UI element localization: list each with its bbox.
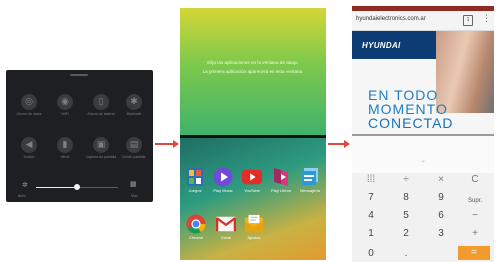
app-label: Play Music (213, 188, 233, 193)
tile-screenshot[interactable]: ▣ Captura de pantalla (83, 137, 119, 159)
address-bar[interactable]: hyundaielectronics.com.ar 1 ⋮ (352, 11, 494, 31)
app-youtube[interactable]: YouTube (237, 167, 267, 193)
app-label: Juegos (188, 188, 202, 193)
key-7-button[interactable]: 7 (354, 192, 388, 204)
brightness-slider-thumb[interactable] (74, 184, 80, 190)
arrow-2 (328, 140, 350, 148)
quick-settings-panel: ◎ Ahorro de datos ◉ WiFi ▯ Ahorro de bat… (6, 70, 153, 202)
drag-handle[interactable] (70, 74, 88, 76)
split-message-line-1: Elija las aplicaciones en la ventana de … (207, 60, 299, 65)
play-books-icon (271, 167, 291, 187)
brightness-icon: ✲ (22, 181, 28, 189)
tile-label: Captura de pantalla (85, 155, 117, 159)
more-label[interactable]: Más (131, 194, 138, 198)
key-4-button[interactable]: 4 (354, 210, 388, 222)
calculator-keypad: ⁞⁞⁞ ÷ × C 7 8 9 Supr. 4 5 6− 1 2 3 +0. = (352, 173, 494, 262)
battery-saver-icon: ▯ (93, 94, 109, 110)
tile-wifi[interactable]: ◉ WiFi (47, 94, 83, 116)
arrow-1 (155, 140, 179, 148)
vibrate-icon: ▮ (57, 137, 73, 153)
youtube-icon (242, 167, 262, 187)
tile-label: Sonido (23, 155, 35, 159)
split-top-window[interactable]: Elija las aplicaciones en la ventana de … (180, 8, 326, 135)
key-2-button[interactable]: 2 (389, 228, 423, 240)
split-screen-panel: Elija las aplicaciones en la ventana de … (180, 8, 326, 260)
settings-icon (244, 214, 264, 234)
brand-logo[interactable]: HYUNDAI (362, 41, 401, 50)
app-play-music[interactable]: Play Music (208, 167, 238, 193)
bluetooth-icon: ✱ (126, 94, 142, 110)
split-result-panel: hyundaielectronics.com.ar 1 ⋮ HYUNDAI EN… (352, 6, 494, 262)
key-8-button[interactable]: 8 (389, 192, 423, 204)
headline-line-3: CONECTAD (368, 115, 454, 131)
app-picker: Juegos Play Music YouTube Play Libros Me… (180, 138, 326, 260)
equals-button[interactable]: = (458, 246, 490, 260)
gmail-icon (216, 214, 236, 234)
app-label: Ajustes (247, 235, 261, 240)
app-label: Play Libros (271, 188, 291, 193)
headline-line-2: MOMENTO (368, 101, 448, 117)
play-music-icon (213, 167, 233, 187)
split-message-line-2: La primera aplicación aparecerá en esta … (202, 69, 304, 74)
tile-label: Dividir pantalla (122, 155, 146, 159)
app-label: YouTube (244, 188, 260, 193)
tile-label: Bluetooth (126, 112, 142, 116)
brightness-slider-fill (36, 187, 77, 188)
tile-sound[interactable]: ◀ Sonido (11, 137, 47, 159)
app-gmail[interactable]: Gmail (211, 214, 241, 240)
tile-label: Vibrar (60, 155, 70, 159)
tile-vibrate[interactable]: ▮ Vibrar (47, 137, 83, 159)
key-menu-icon[interactable]: ⁞⁞⁞ (354, 174, 388, 186)
headline-line-1: EN TODO (368, 87, 439, 103)
app-chrome[interactable]: Chrome (181, 214, 211, 240)
app-label: Gmail (220, 235, 232, 240)
app-games[interactable]: Juegos (180, 167, 210, 193)
key-plus-button[interactable]: + (458, 228, 492, 240)
tile-label: Ahorro de datos (16, 112, 42, 116)
grid-icon[interactable]: ▦ (130, 180, 137, 188)
key-minus-button[interactable]: − (458, 210, 492, 222)
tab-switcher-icon[interactable]: 1 (463, 15, 473, 26)
tile-bluetooth[interactable]: ✱ Bluetooth (116, 94, 152, 116)
key-5-button[interactable]: 5 (389, 210, 423, 222)
app-settings[interactable]: Ajustes (239, 214, 269, 240)
sound-icon: ◀ (21, 137, 37, 153)
app-label: Chrome (188, 235, 204, 240)
key-0-button[interactable]: 0 (354, 248, 388, 260)
web-page[interactable]: HYUNDAI EN TODO MOMENTO CONECTAD (352, 31, 494, 134)
tile-label: Ahorro de batería (87, 112, 115, 116)
key-decimal-button[interactable]: . (389, 248, 423, 260)
screenshot-icon: ▣ (93, 137, 109, 153)
app-play-books[interactable]: Play Libros (266, 167, 296, 193)
split-screen-icon: ▤ (126, 137, 142, 153)
wifi-icon: ◉ (57, 94, 73, 110)
chevron-down-icon[interactable]: ⌄ (352, 156, 494, 164)
chrome-icon (186, 214, 206, 234)
key-divide-button[interactable]: ÷ (389, 174, 423, 186)
menu-icon[interactable]: ⋮ (482, 14, 491, 24)
brightness-label: Brillo (18, 194, 26, 198)
key-6-button[interactable]: 6 (424, 210, 458, 222)
calculator: ⌄ ⁞⁞⁞ ÷ × C 7 8 9 Supr. 4 5 6− 1 2 3 +0. = (352, 136, 494, 262)
brightness-slider[interactable] (36, 184, 118, 190)
tile-label: WiFi (61, 112, 69, 116)
key-1-button[interactable]: 1 (354, 228, 388, 240)
key-9-button[interactable]: 9 (424, 192, 458, 204)
url-text[interactable]: hyundaielectronics.com.ar (356, 16, 426, 22)
data-saver-icon: ◎ (21, 94, 37, 110)
app-messaging[interactable]: Mensajería (295, 167, 325, 193)
key-multiply-button[interactable]: × (424, 174, 458, 186)
tile-data-saver[interactable]: ◎ Ahorro de datos (11, 94, 47, 116)
key-delete-button[interactable]: Supr. (458, 195, 492, 207)
app-label: Mensajería (300, 188, 320, 193)
messaging-icon (300, 167, 320, 187)
tile-battery-saver[interactable]: ▯ Ahorro de batería (83, 94, 119, 116)
games-icon (185, 167, 205, 187)
key-3-button[interactable]: 3 (424, 228, 458, 240)
tile-split-screen[interactable]: ▤ Dividir pantalla (116, 137, 152, 159)
key-clear-button[interactable]: C (458, 174, 492, 186)
